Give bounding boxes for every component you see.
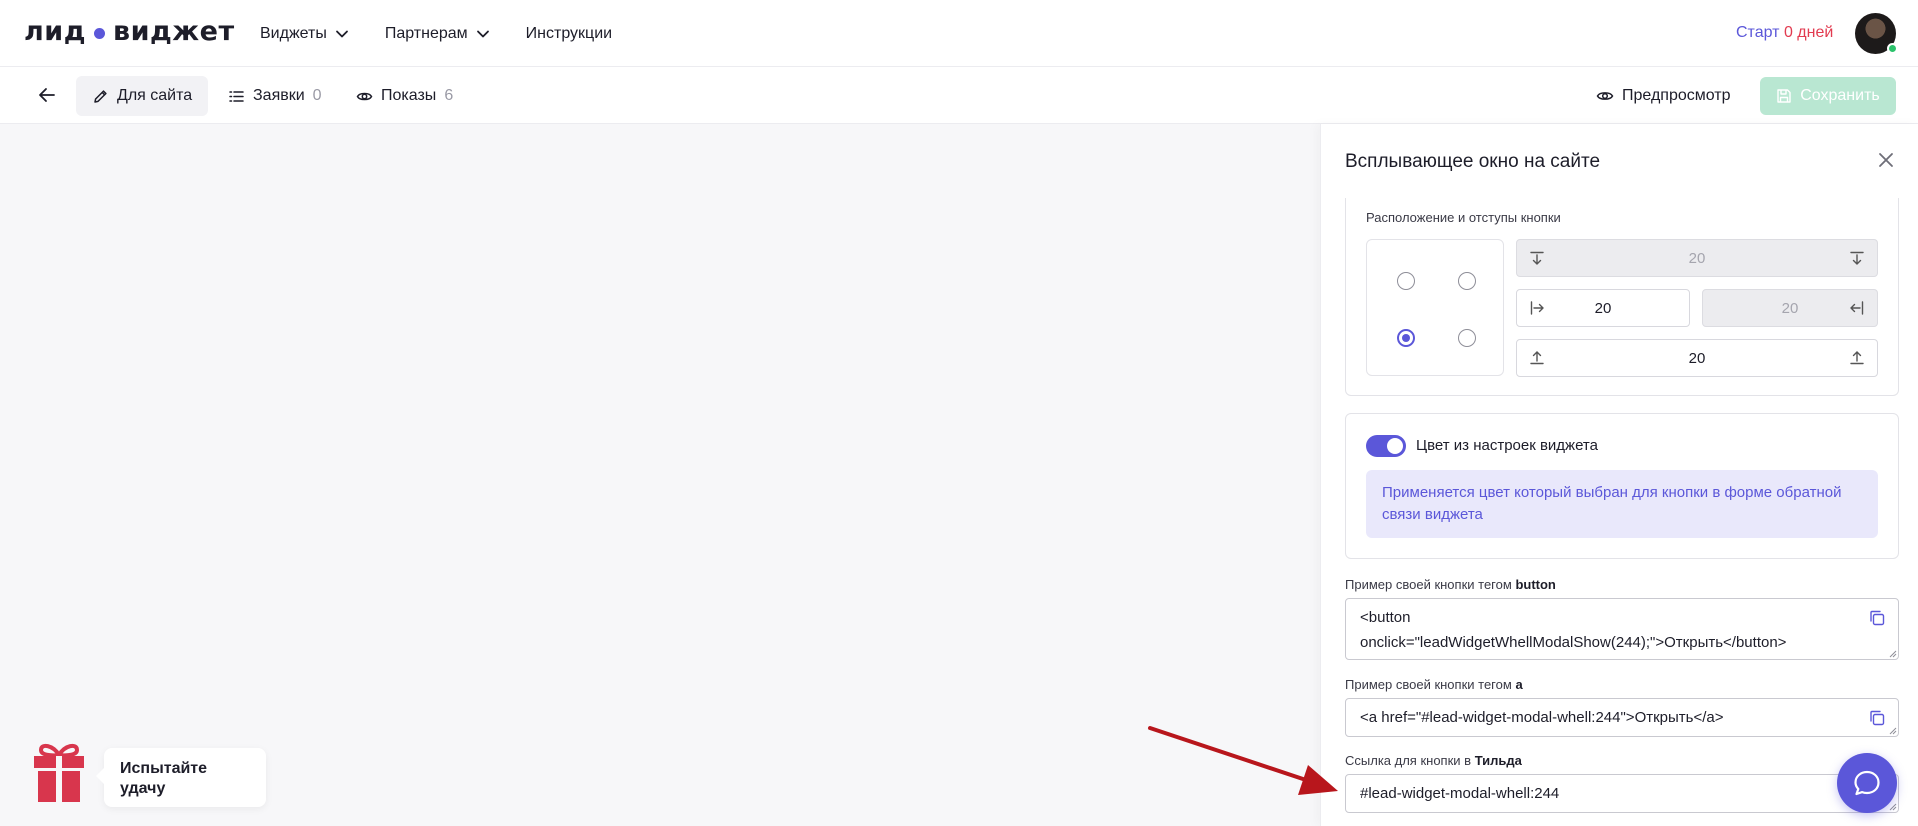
settings-panel: Всплывающее окно на сайте Расположение и…	[1320, 124, 1918, 826]
main-nav: Виджеты Партнерам Инструкции	[260, 0, 612, 67]
close-icon[interactable]	[1875, 149, 1897, 171]
save-label: Сохранить	[1800, 87, 1880, 104]
tab-views-label: Показы	[381, 87, 437, 104]
button-code-line-1: <button	[1360, 609, 1411, 626]
offset-top-input[interactable]: 20	[1516, 239, 1878, 277]
gift-icon[interactable]	[32, 741, 86, 803]
trial-label: Старт	[1736, 24, 1780, 41]
arrow-right-from-line-icon	[1530, 301, 1544, 315]
resize-handle-icon[interactable]	[1889, 650, 1897, 658]
eye-icon	[356, 92, 373, 100]
nav-instructions[interactable]: Инструкции	[526, 25, 612, 43]
copy-icon[interactable]	[1868, 709, 1886, 727]
radio-top-left[interactable]	[1397, 272, 1415, 290]
trial-status[interactable]: Старт 0 дней	[1736, 24, 1833, 42]
offset-left-value: 20	[1594, 299, 1612, 317]
trial-days: 0 дней	[1783, 24, 1834, 41]
logo-dot	[94, 28, 105, 39]
eye-icon	[1596, 92, 1614, 100]
tab-for-site[interactable]: Для сайта	[76, 76, 209, 116]
tab-views-count: 6	[444, 87, 454, 104]
chat-bubble-icon	[1854, 770, 1880, 796]
color-settings-card: Цвет из настроек виджета Применяется цве…	[1345, 413, 1899, 559]
promo-line-1: Испытайте	[120, 760, 208, 777]
tilda-link-label: Ссылка для кнопки в Тильда	[1345, 753, 1522, 768]
save-button[interactable]: Сохранить	[1760, 77, 1896, 115]
a-example-tag: a	[1515, 677, 1523, 692]
button-code-line-2: onclick="leadWidgetWhellModalShow(244);"…	[1360, 634, 1787, 651]
tab-requests-count: 0	[312, 87, 322, 104]
tab-views[interactable]: Показы 6	[340, 76, 469, 116]
arrow-up-from-line-icon	[1850, 351, 1864, 365]
offset-right-value: 20	[1781, 299, 1799, 317]
nav-instructions-label: Инструкции	[525, 24, 613, 42]
arrow-down-to-line-icon	[1850, 251, 1864, 265]
list-icon	[229, 90, 244, 102]
preview-label: Предпросмотр	[1622, 87, 1731, 104]
nav-partners[interactable]: Партнерам	[385, 25, 490, 43]
panel-title: Всплывающее окно на сайте	[1345, 151, 1601, 172]
a-code-line: <a href="#lead-widget-modal-whell:244">О…	[1360, 709, 1724, 726]
tab-requests-label: Заявки	[253, 87, 305, 104]
chevron-down-icon	[335, 30, 348, 37]
resize-handle-icon[interactable]	[1889, 727, 1897, 735]
online-status-dot	[1887, 43, 1898, 54]
pencil-icon	[94, 89, 107, 103]
offset-bottom-input[interactable]: 20	[1516, 339, 1878, 377]
button-example-tag: button	[1515, 577, 1556, 592]
preview-button[interactable]: Предпросмотр	[1596, 76, 1731, 116]
tilda-link-textarea[interactable]: #lead-widget-modal-whell:244	[1345, 774, 1899, 813]
a-code-textarea[interactable]: <a href="#lead-widget-modal-whell:244">О…	[1345, 698, 1899, 737]
widget-color-toggle-label: Цвет из настроек виджета	[1416, 437, 1598, 454]
tilda-link-value: #lead-widget-modal-whell:244	[1360, 785, 1560, 802]
nav-widgets-label: Виджеты	[260, 24, 327, 42]
button-example-label: Пример своей кнопки тегом button	[1345, 577, 1556, 592]
offset-top-value: 20	[1688, 249, 1706, 267]
chat-button[interactable]	[1837, 753, 1897, 813]
tab-requests[interactable]: Заявки 0	[212, 76, 338, 116]
radio-bottom-left[interactable]	[1397, 329, 1415, 347]
button-position-card: Расположение и отступы кнопки 20 20 20 2…	[1345, 198, 1899, 396]
avatar[interactable]	[1855, 13, 1898, 54]
chevron-down-icon	[476, 30, 489, 37]
arrow-left-to-line-icon	[1850, 301, 1864, 315]
button-example-text: Пример своей кнопки тегом	[1345, 577, 1512, 592]
widget-color-toggle[interactable]	[1366, 435, 1406, 457]
button-code-textarea[interactable]: <button onclick="leadWidgetWhellModalSho…	[1345, 598, 1899, 660]
offset-right-input[interactable]: 20	[1702, 289, 1878, 327]
radio-top-right[interactable]	[1458, 272, 1476, 290]
arrow-up-from-line-icon	[1530, 351, 1544, 365]
resize-handle-icon[interactable]	[1889, 803, 1897, 811]
tab-for-site-label: Для сайта	[117, 87, 193, 104]
arrow-down-to-line-icon	[1530, 251, 1544, 265]
a-example-text: Пример своей кнопки тегом	[1345, 677, 1512, 692]
corner-selector	[1366, 239, 1504, 376]
floppy-disk-icon	[1777, 89, 1791, 103]
top-navbar: лид виджет Виджеты Партнерам Инструкции …	[0, 0, 1918, 67]
a-example-label: Пример своей кнопки тегом a	[1345, 677, 1523, 692]
back-arrow-icon[interactable]	[36, 84, 58, 106]
tilda-link-tag: Тильда	[1474, 753, 1522, 768]
offset-left-input[interactable]: 20	[1516, 289, 1690, 327]
logo-text-left: лид	[24, 16, 86, 47]
try-luck-promo[interactable]: Испытайте удачу	[96, 748, 266, 807]
copy-icon[interactable]	[1868, 609, 1886, 627]
promo-line-2: удачу	[120, 780, 166, 797]
editor-toolbar: Для сайта Заявки 0 Показы 6 Предпросмотр…	[0, 67, 1918, 124]
logo-text-right: виджет	[113, 16, 235, 47]
nav-widgets[interactable]: Виджеты	[260, 25, 349, 43]
position-label: Расположение и отступы кнопки	[1366, 210, 1561, 225]
tilda-link-text: Ссылка для кнопки в	[1345, 753, 1472, 768]
nav-partners-label: Партнерам	[384, 24, 468, 42]
logo[interactable]: лид виджет	[24, 16, 235, 47]
offset-bottom-value: 20	[1688, 349, 1706, 367]
color-info-note: Применяется цвет который выбран для кноп…	[1366, 470, 1878, 538]
radio-bottom-right[interactable]	[1458, 329, 1476, 347]
